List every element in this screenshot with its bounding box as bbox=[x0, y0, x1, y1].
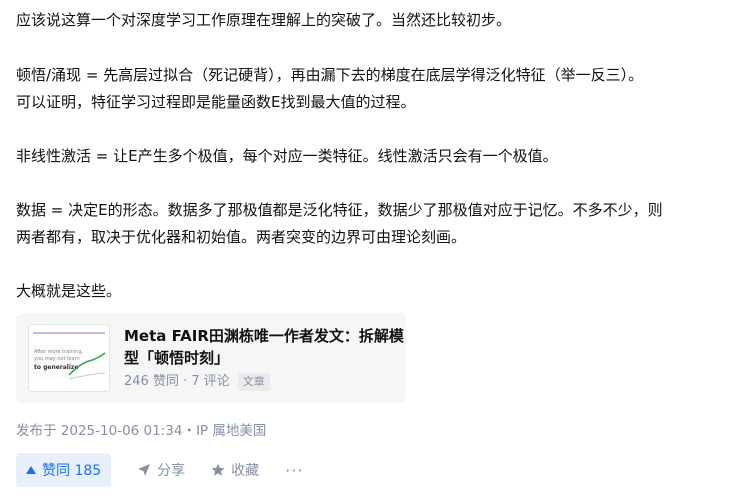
thumbnail-figure: After more training, you may not learn t… bbox=[33, 332, 106, 380]
share-icon bbox=[138, 464, 151, 476]
thumb-text: After more training, bbox=[34, 349, 84, 355]
more-button[interactable]: ··· bbox=[285, 461, 303, 480]
text-line: 大概就是这些。 bbox=[16, 282, 122, 300]
paragraph-grokking: 顿悟/涌现 = 先高层过拟合（死记硬背），再由漏下去的梯度在底层学得泛化特征（举… bbox=[16, 62, 714, 116]
upvote-button[interactable]: 赞同 185 bbox=[16, 453, 112, 487]
link-card-tag: 文章 bbox=[237, 373, 270, 391]
text-line: 顿悟/涌现 = 先高层过拟合（死记硬背），再由漏下去的梯度在底层学得泛化特征（举… bbox=[16, 66, 644, 84]
paragraph-intro: 应该说这算一个对深度学习工作原理在理解上的突破了。当然还比较初步。 bbox=[16, 7, 714, 34]
text-line: 应该说这算一个对深度学习工作原理在理解上的突破了。当然还比较初步。 bbox=[16, 11, 512, 29]
paragraph-closing: 大概就是这些。 bbox=[16, 278, 714, 305]
thumb-text: you may not learn bbox=[34, 356, 80, 362]
answer-post: 应该说这算一个对深度学习工作原理在理解上的突破了。当然还比较初步。 顿悟/涌现 … bbox=[0, 0, 730, 500]
paragraph-nonlinear: 非线性激活 = 让E产生多个极值，每个对应一类特征。线性激活只会有一个极值。 bbox=[16, 143, 714, 170]
paragraph-data: 数据 = 决定E的形态。数据多了那极值都是泛化特征，数据少了那极值对应于记忆。不… bbox=[16, 197, 714, 251]
text-line: 数据 = 决定E的形态。数据多了那极值都是泛化特征，数据少了那极值对应于记忆。不… bbox=[16, 201, 663, 219]
link-card-body: Meta FAIR田渊栋唯一作者发文：拆解模型「顿悟时刻」 246 赞同 · 7… bbox=[124, 325, 414, 391]
share-label: 分享 bbox=[157, 463, 186, 479]
upvote-label: 赞同 185 bbox=[42, 463, 102, 479]
action-bar: 赞同 185 分享 收藏 ··· bbox=[16, 453, 303, 487]
link-card-thumbnail: After more training, you may not learn t… bbox=[28, 324, 110, 392]
link-card-meta: 246 赞同 · 7 评论 文章 bbox=[124, 373, 414, 391]
text-line: 两者都有，取决于优化器和初始值。两者突变的边界可由理论刻画。 bbox=[16, 228, 467, 246]
link-card-title[interactable]: Meta FAIR田渊栋唯一作者发文：拆解模型「顿悟时刻」 bbox=[124, 325, 414, 369]
text-line: 非线性激活 = 让E产生多个极值，每个对应一类特征。线性激活只会有一个极值。 bbox=[16, 147, 558, 165]
star-icon bbox=[211, 463, 225, 476]
favorite-label: 收藏 bbox=[231, 463, 260, 479]
upvote-arrow-icon bbox=[26, 466, 36, 474]
publish-info: 发布于 2025-10-06 01:34・IP 属地美国 bbox=[16, 423, 267, 439]
thumb-text: to generalize bbox=[34, 364, 78, 371]
text-line: 可以证明，特征学习过程即是能量函数E找到最大值的过程。 bbox=[16, 93, 416, 111]
favorite-button[interactable]: 收藏 bbox=[211, 460, 259, 480]
link-card-stats: 246 赞同 · 7 评论 bbox=[124, 374, 230, 389]
link-card[interactable]: After more training, you may not learn t… bbox=[16, 313, 406, 403]
share-button[interactable]: 分享 bbox=[137, 460, 185, 480]
